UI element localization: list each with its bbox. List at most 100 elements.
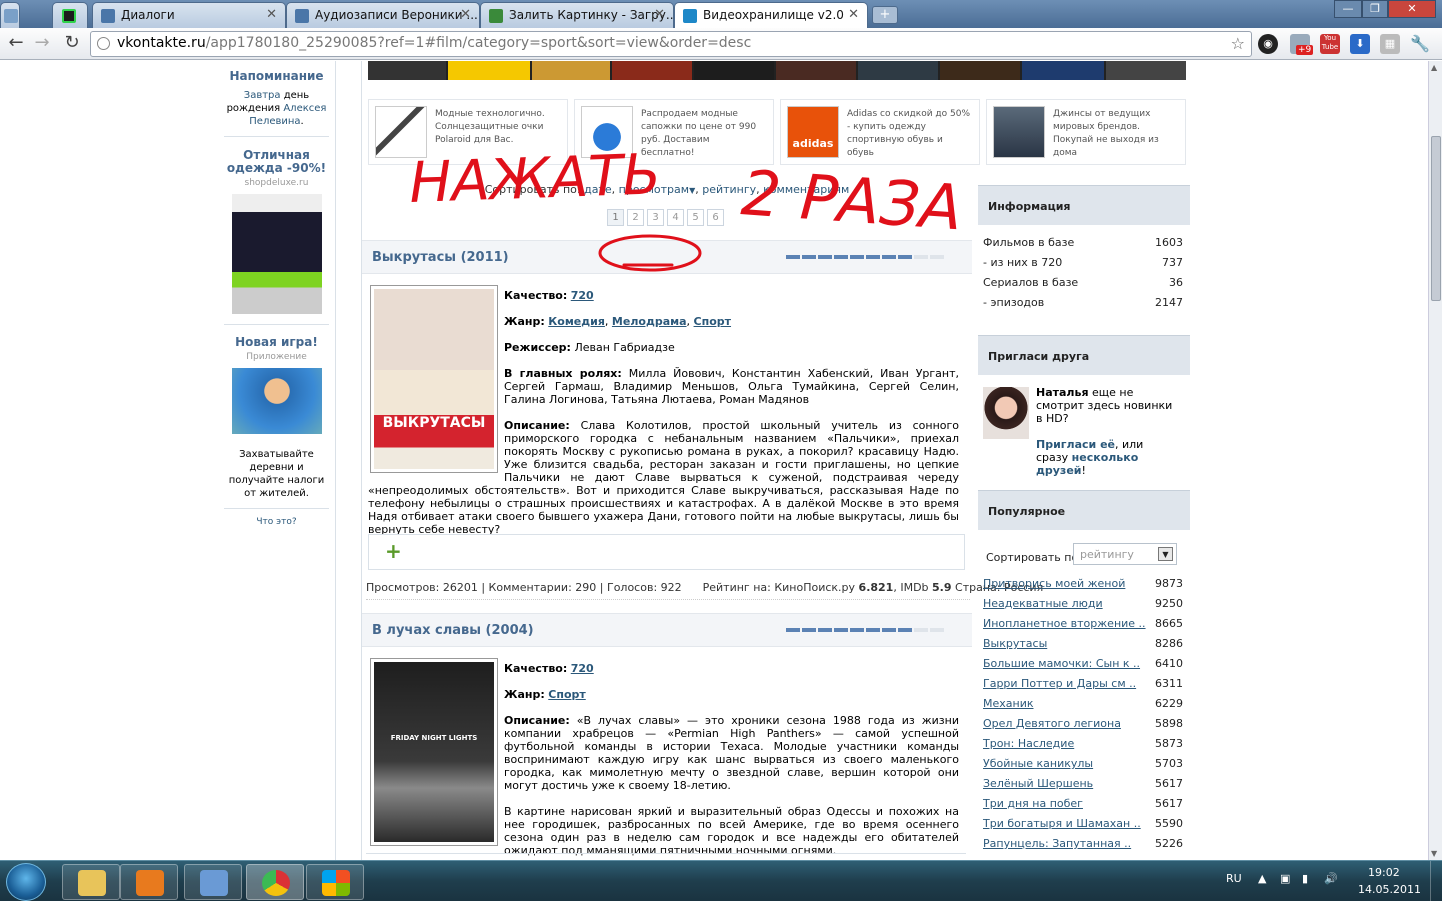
tab-close-icon[interactable]: ✕: [460, 7, 471, 22]
tab-close-icon[interactable]: ✕: [848, 7, 859, 22]
tab-close-icon[interactable]: ✕: [266, 7, 277, 22]
close-window-button[interactable]: ✕: [1388, 0, 1436, 18]
reminder-tomorrow-link[interactable]: Завтра: [244, 90, 281, 101]
invite-avatar[interactable]: [983, 387, 1029, 439]
popular-item-link[interactable]: Зелёный Шершень: [983, 777, 1093, 790]
comment-box[interactable]: +: [368, 534, 965, 570]
popular-item-link[interactable]: Орел Девятого легиона: [983, 717, 1121, 730]
taskbar-chrome[interactable]: [246, 864, 304, 900]
tray-battery-icon[interactable]: ▮: [1302, 872, 1308, 885]
ad-banner-1[interactable]: Модные технологично. Солнцезащитные очки…: [368, 99, 568, 165]
popular-item-link[interactable]: Инопланетное вторжение ..: [983, 617, 1146, 630]
page-4-button[interactable]: 4: [667, 209, 684, 226]
forward-button[interactable]: →: [30, 32, 54, 56]
sort-by-date-link[interactable]: дате: [584, 183, 612, 196]
popular-item-link[interactable]: Убойные каникулы: [983, 757, 1093, 770]
film-title[interactable]: Выкрутасы (2011): [372, 250, 509, 265]
address-bar[interactable]: vkontakte.ru/app1780180_25290085?ref=1#f…: [90, 31, 1252, 57]
popular-item-link[interactable]: Неадекватные люди: [983, 597, 1103, 610]
film-title[interactable]: В лучах славы (2004): [372, 623, 534, 638]
popular-item-link[interactable]: Гарри Поттер и Дары см ..: [983, 677, 1136, 690]
scroll-down-arrow-icon[interactable]: ▼: [1431, 849, 1437, 858]
popular-item-link[interactable]: Рапунцель: Запутанная ..: [983, 837, 1131, 850]
what-is-this-text[interactable]: Что это?: [256, 517, 296, 527]
page-scrollbar[interactable]: ▲ ▼: [1428, 61, 1442, 860]
clock-time[interactable]: 19:02: [1368, 866, 1400, 879]
show-desktop-button[interactable]: [1430, 861, 1442, 902]
pinned-tab[interactable]: [0, 2, 20, 28]
tab-video-storage[interactable]: Видеохранилище v2.0 ✕: [674, 2, 868, 29]
taskbar-explorer[interactable]: [62, 864, 120, 900]
tray-arrow-icon[interactable]: ▲: [1258, 872, 1266, 885]
popular-item-link[interactable]: Притворись моей женой: [983, 577, 1125, 590]
tray-volume-icon[interactable]: 🔊: [1324, 872, 1338, 885]
wrench-menu-icon[interactable]: 🔧: [1410, 34, 1430, 54]
popular-item-link[interactable]: Большие мамочки: Сын к ..: [983, 657, 1140, 670]
bookmark-star-icon[interactable]: ☆: [1231, 34, 1245, 53]
extension-color-icon[interactable]: ◉: [1258, 34, 1278, 54]
genre-link-sport[interactable]: Спорт: [548, 688, 585, 701]
popular-item-link[interactable]: Механик: [983, 697, 1034, 710]
reload-button[interactable]: ↻: [60, 32, 84, 56]
page-6-button[interactable]: 6: [707, 209, 724, 226]
youtube-extension-icon[interactable]: You Tube: [1320, 34, 1340, 54]
clock-date[interactable]: 14.05.2011: [1358, 883, 1421, 896]
popular-item-value: 5590: [1155, 817, 1183, 830]
back-button[interactable]: ←: [4, 32, 28, 56]
sort-by-views-link[interactable]: просмотрам: [619, 183, 689, 196]
sort-by-comments-link[interactable]: комментариям: [763, 183, 849, 196]
popular-item-link[interactable]: Выкрутасы: [983, 637, 1047, 650]
desc-value: «В лучах славы» — это хроники сезона 198…: [504, 714, 959, 792]
ad-banner-2[interactable]: Распродаем модные сапожки по цене от 990…: [574, 99, 774, 165]
pinned-tab-g[interactable]: [52, 2, 88, 28]
what-is-this-link[interactable]: Что это?: [218, 517, 335, 527]
page-1-button[interactable]: 1: [607, 209, 624, 226]
ad2-game-image[interactable]: [231, 368, 322, 434]
film-poster[interactable]: FRIDAY NIGHT LIGHTS: [370, 658, 498, 846]
genre-link-melodrama[interactable]: Мелодрама: [612, 315, 687, 328]
popular-item-link[interactable]: Три богатыря и Шамахан ..: [983, 817, 1141, 830]
page-2-button[interactable]: 2: [627, 209, 644, 226]
tab-dialogs[interactable]: Диалоги ✕: [92, 2, 286, 28]
download-extension-icon[interactable]: ⬇: [1350, 34, 1370, 54]
scroll-thumb[interactable]: [1431, 136, 1441, 301]
page-5-button[interactable]: 5: [687, 209, 704, 226]
taskbar-control-panel[interactable]: [184, 864, 242, 900]
genre-link-sport[interactable]: Спорт: [694, 315, 731, 328]
poster-image: FRIDAY NIGHT LIGHTS: [374, 662, 494, 842]
sort-by-rating-link[interactable]: рейтингу: [702, 183, 756, 196]
add-comment-icon[interactable]: +: [385, 539, 402, 563]
ad2-title[interactable]: Новая игра!: [218, 335, 335, 349]
popular-item: Гарри Поттер и Дары см .. 6311: [983, 677, 1183, 690]
invite-her-link[interactable]: Пригласи её: [1036, 438, 1115, 451]
imdb-rating: 5.9: [932, 581, 952, 594]
taskbar-windows-app[interactable]: [306, 864, 364, 900]
taskbar-media-player[interactable]: [120, 864, 178, 900]
page-3-button[interactable]: 3: [647, 209, 664, 226]
ad-banner-3[interactable]: adidas Adidas со скидкой до 50% - купить…: [780, 99, 980, 165]
tab-audio[interactable]: Аудиозаписи Вероники ... ✕: [286, 2, 480, 28]
tray-network-icon[interactable]: ▣: [1280, 872, 1290, 885]
page-icon: [97, 37, 110, 50]
quality-link[interactable]: 720: [571, 662, 594, 675]
popular-sort-value: рейтингу: [1080, 548, 1134, 561]
start-button[interactable]: [6, 863, 46, 901]
minimize-button[interactable]: —: [1334, 0, 1362, 18]
scroll-up-arrow-icon[interactable]: ▲: [1431, 63, 1437, 72]
quality-link[interactable]: 720: [571, 289, 594, 302]
popular-item-value: 9873: [1155, 577, 1183, 590]
genre-link-comedy[interactable]: Комедия: [548, 315, 605, 328]
tab-upload[interactable]: Залить Картинку - Загру... ✕: [480, 2, 674, 28]
invite-end: !: [1081, 464, 1086, 477]
dropdown-arrow-icon[interactable]: ▼: [1158, 547, 1173, 561]
new-tab-button[interactable]: +: [872, 6, 898, 24]
ad1-title[interactable]: Отличная одежда -90%!: [218, 149, 335, 175]
ad1-image[interactable]: [231, 194, 322, 314]
popular-item-link[interactable]: Три дня на побег: [983, 797, 1083, 810]
popular-item-link[interactable]: Трон: Наследие: [983, 737, 1074, 750]
maximize-button[interactable]: ❐: [1362, 0, 1388, 18]
language-indicator[interactable]: RU: [1226, 872, 1242, 885]
popular-sort-select[interactable]: рейтингу ▼: [1073, 543, 1177, 565]
tab-close-icon[interactable]: ✕: [654, 7, 665, 22]
apps-grid-icon[interactable]: ▦: [1380, 34, 1400, 54]
